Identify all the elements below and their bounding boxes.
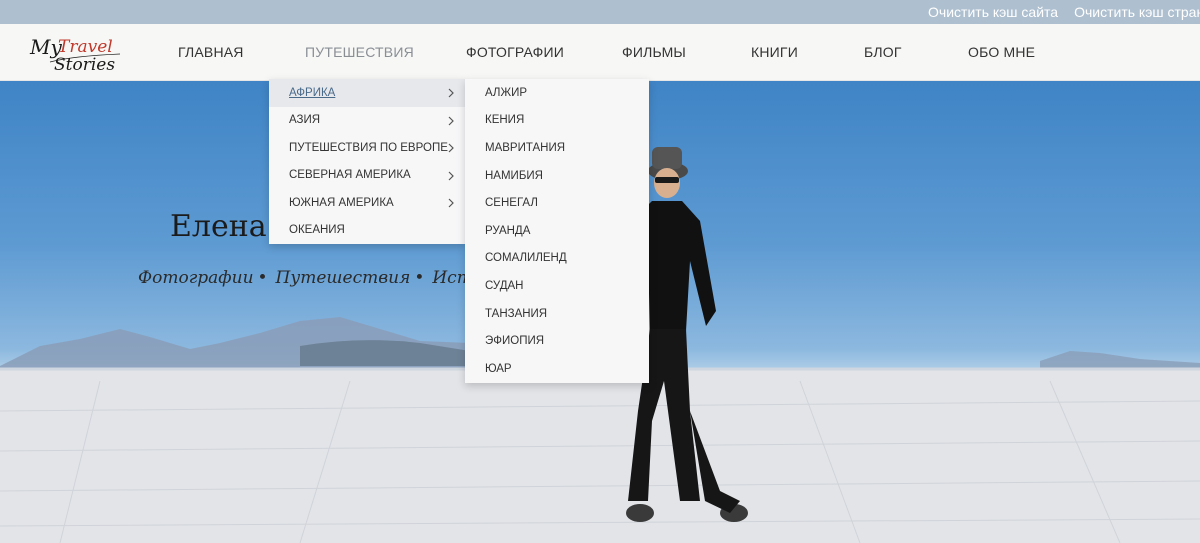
menu-item-europe[interactable]: ПУТЕШЕСТВИЯ ПО ЕВРОПЕ — [269, 134, 465, 162]
site-header: My Travel Stories ГЛАВНАЯ ПУТЕШЕСТВИЯ ФО… — [0, 24, 1200, 81]
submenu-item-tanzania[interactable]: ТАНЗАНИЯ — [465, 300, 649, 328]
chevron-right-icon — [445, 87, 457, 99]
chevron-right-icon — [445, 170, 457, 182]
logo-text-travel: Travel — [58, 37, 113, 57]
menu-item-label: АЗИЯ — [289, 114, 321, 127]
hero-subtitle-photos: Фотографии — [138, 268, 254, 288]
travel-dropdown-menu: АФРИКА АЗИЯ ПУТЕШЕСТВИЯ ПО ЕВРОПЕ СЕВЕРН… — [269, 79, 465, 244]
menu-item-label: СЕВЕРНАЯ АМЕРИКА — [289, 169, 411, 182]
submenu-item-kenya[interactable]: КЕНИЯ — [465, 107, 649, 135]
nav-item-blog[interactable]: БЛОГ — [864, 44, 902, 60]
logo-graphic: My Travel Stories — [29, 35, 121, 75]
menu-item-label: АФРИКА — [289, 86, 336, 99]
separator-dot: • — [414, 268, 425, 288]
menu-item-label: ЮЖНАЯ АМЕРИКА — [289, 196, 394, 209]
admin-bar: Очистить кэш сайта Очистить кэш страни — [0, 0, 1200, 24]
nav-item-photos[interactable]: ФОТОГРАФИИ — [466, 44, 564, 60]
menu-item-south-america[interactable]: ЮЖНАЯ АМЕРИКА — [269, 189, 465, 217]
submenu-item-namibia[interactable]: НАМИБИЯ — [465, 162, 649, 190]
nav-item-home[interactable]: ГЛАВНАЯ — [178, 44, 244, 60]
clear-page-cache-link[interactable]: Очистить кэш страни — [1074, 4, 1200, 20]
submenu-item-algeria[interactable]: АЛЖИР — [465, 79, 649, 107]
hero-subtitle: Фотографии•Путешествия•Истори — [138, 268, 505, 288]
submenu-item-ethiopia[interactable]: ЭФИОПИЯ — [465, 327, 649, 355]
submenu-item-rwanda[interactable]: РУАНДА — [465, 217, 649, 245]
africa-submenu: АЛЖИР КЕНИЯ МАВРИТАНИЯ НАМИБИЯ СЕНЕГАЛ Р… — [465, 79, 649, 383]
menu-item-label: ОКЕАНИЯ — [289, 224, 345, 237]
submenu-item-south-africa[interactable]: ЮАР — [465, 355, 649, 383]
nav-item-travel[interactable]: ПУТЕШЕСТВИЯ — [305, 44, 414, 60]
menu-item-africa[interactable]: АФРИКА — [269, 79, 465, 107]
logo-text-stories: Stories — [54, 55, 115, 74]
submenu-item-somaliland[interactable]: СОМАЛИЛЕНД — [465, 245, 649, 273]
separator-dot: • — [257, 268, 268, 288]
site-logo[interactable]: My Travel Stories — [28, 32, 128, 75]
menu-item-oceania[interactable]: ОКЕАНИЯ — [269, 217, 465, 245]
nav-item-books[interactable]: КНИГИ — [751, 44, 798, 60]
clear-site-cache-link[interactable]: Очистить кэш сайта — [928, 4, 1058, 20]
chevron-right-icon — [445, 115, 457, 127]
submenu-item-mauritania[interactable]: МАВРИТАНИЯ — [465, 134, 649, 162]
menu-item-asia[interactable]: АЗИЯ — [269, 107, 465, 135]
nav-item-films[interactable]: ФИЛЬМЫ — [622, 44, 686, 60]
menu-item-label: ПУТЕШЕСТВИЯ ПО ЕВРОПЕ — [289, 141, 448, 154]
chevron-right-icon — [445, 142, 457, 154]
chevron-right-icon — [445, 197, 457, 209]
nav-item-about[interactable]: ОБО МНЕ — [968, 44, 1035, 60]
submenu-item-senegal[interactable]: СЕНЕГАЛ — [465, 189, 649, 217]
menu-item-north-america[interactable]: СЕВЕРНАЯ АМЕРИКА — [269, 162, 465, 190]
submenu-item-sudan[interactable]: СУДАН — [465, 272, 649, 300]
hero-subtitle-travel: Путешествия — [275, 268, 411, 288]
